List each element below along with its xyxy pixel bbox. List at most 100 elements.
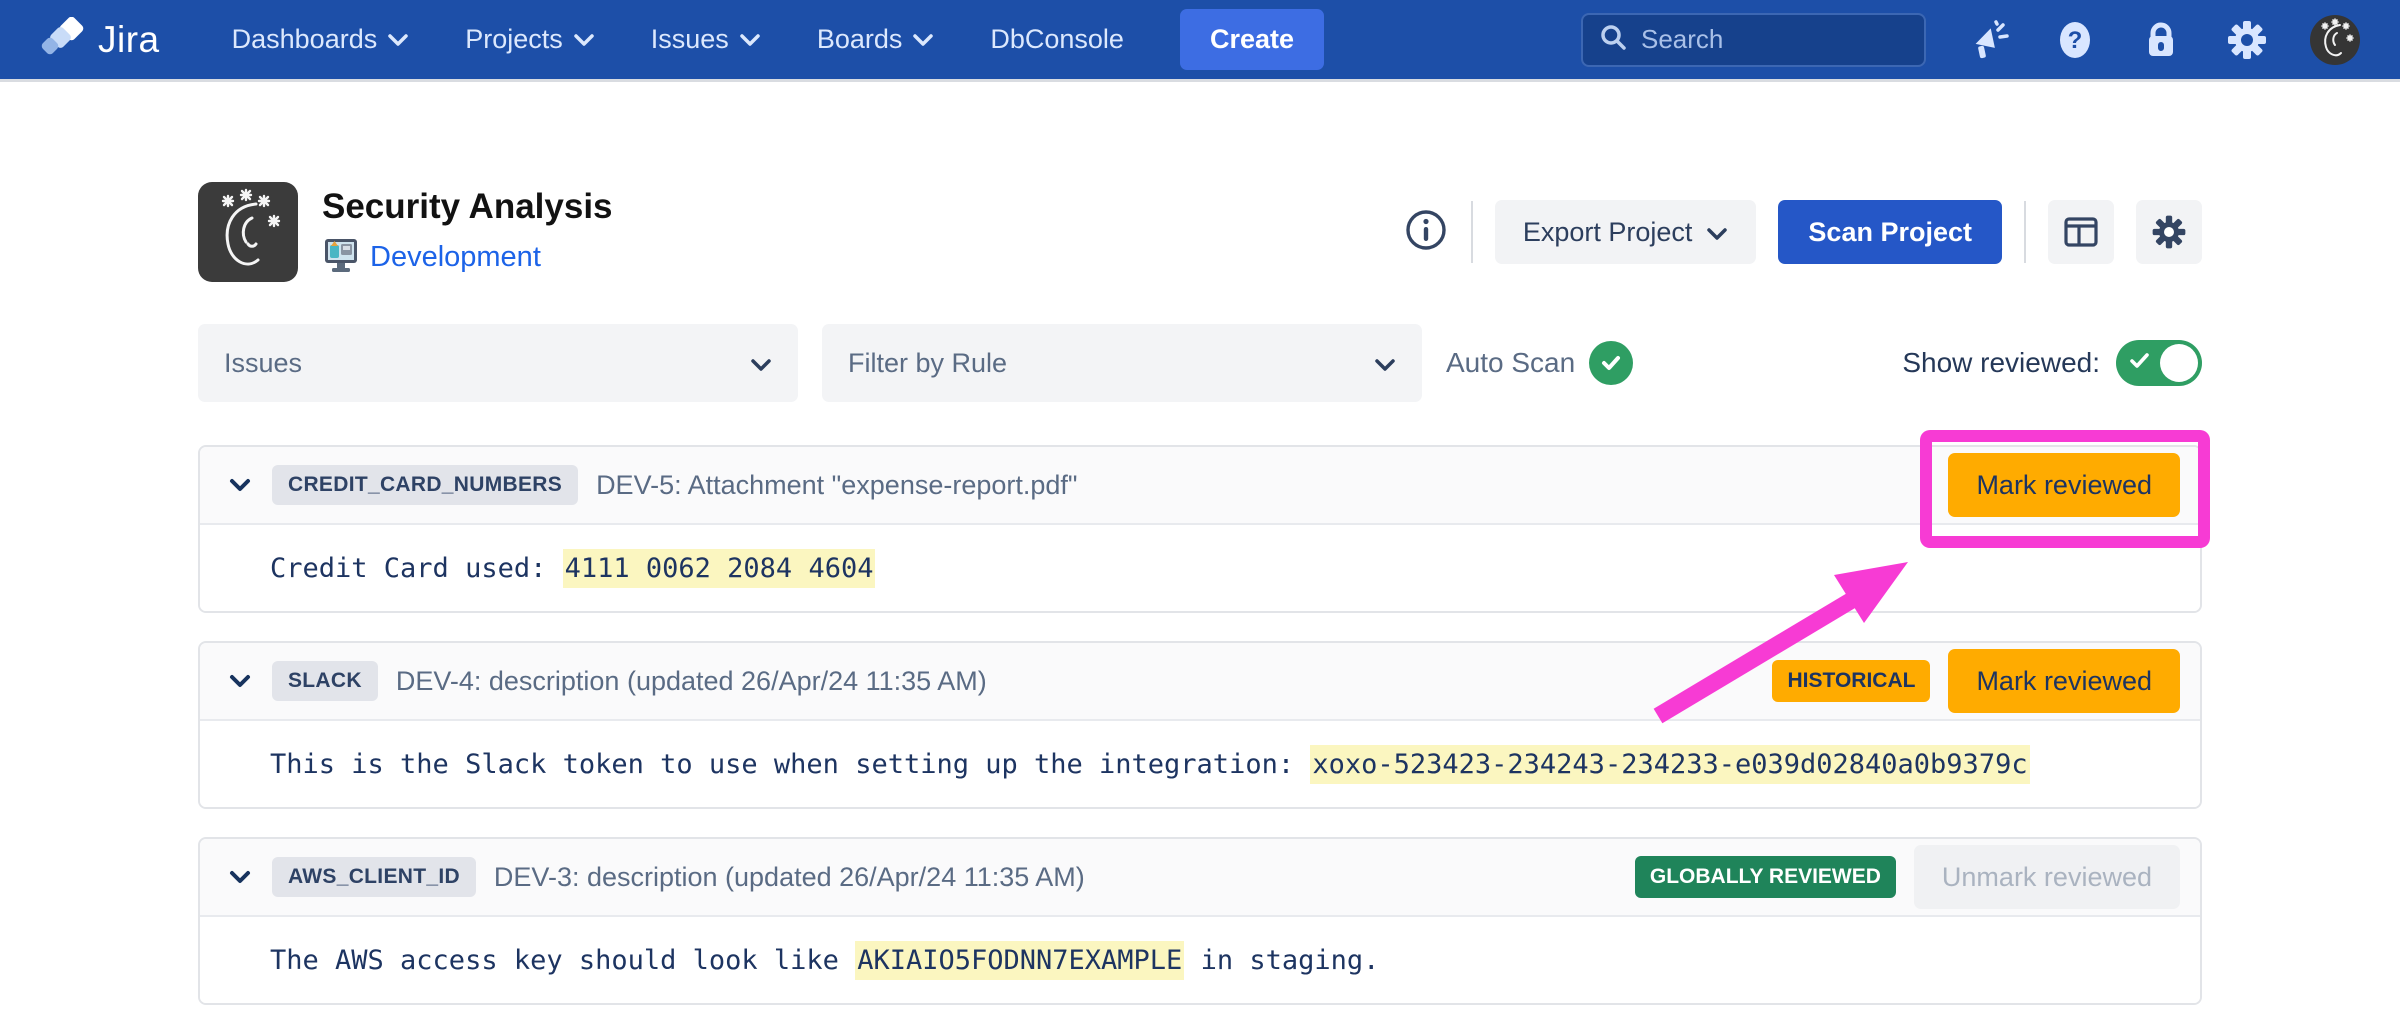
finding-header: AWS_CLIENT_ID DEV-3: description (update… xyxy=(200,839,2200,917)
panel-layout-button[interactable] xyxy=(2048,200,2114,264)
finding-actions: GLOBALLY REVIEWED Unmark reviewed xyxy=(1635,845,2180,909)
finding-row-dev5: CREDIT_CARD_NUMBERS DEV-5: Attachment "e… xyxy=(198,445,2202,613)
show-reviewed-toggle[interactable] xyxy=(2116,340,2202,386)
nav-item-dbconsole[interactable]: DbConsole xyxy=(990,24,1124,55)
development-project-icon xyxy=(322,236,360,279)
nav-item-boards[interactable]: Boards xyxy=(817,24,935,55)
finding-header: SLACK DEV-4: description (updated 26/Apr… xyxy=(200,643,2200,721)
chevron-down-icon[interactable] xyxy=(228,869,252,885)
project-meta: Security Analysis Development xyxy=(322,186,613,279)
nav-item-label: Issues xyxy=(651,24,729,55)
main-content: Security Analysis Development xyxy=(198,182,2202,1005)
page-title: Security Analysis xyxy=(322,186,613,228)
chevron-down-icon[interactable] xyxy=(228,673,252,689)
chevron-down-icon xyxy=(1374,348,1396,379)
finding-text: Credit Card used: 4111 0062 2084 4604 xyxy=(270,553,875,584)
search-input[interactable] xyxy=(1641,24,1908,55)
project-avatar xyxy=(198,182,298,282)
info-icon[interactable] xyxy=(1403,207,1449,258)
nav-menu: Dashboards Projects Issues Boards DbCons… xyxy=(232,24,1124,55)
chevron-down-icon xyxy=(750,348,772,379)
finding-title: DEV-4: description (updated 26/Apr/24 11… xyxy=(396,666,987,697)
top-navigation: Jira Dashboards Projects Issues Boards xyxy=(0,0,2400,82)
rule-filter-select[interactable]: Filter by Rule xyxy=(822,324,1422,402)
help-icon[interactable]: ? xyxy=(2052,17,2098,63)
issues-filter-label: Issues xyxy=(224,348,302,379)
finding-text-suffix: in staging. xyxy=(1184,945,1379,976)
finding-text-prefix: The AWS access key should look like xyxy=(270,945,855,976)
nav-item-label: DbConsole xyxy=(990,24,1124,55)
nav-item-label: Boards xyxy=(817,24,903,55)
finding-secret-highlight: 4111 0062 2084 4604 xyxy=(563,549,876,588)
nav-item-issues[interactable]: Issues xyxy=(651,24,761,55)
globally-reviewed-badge: GLOBALLY REVIEWED xyxy=(1635,856,1896,898)
nav-item-projects[interactable]: Projects xyxy=(465,24,595,55)
check-circle-icon xyxy=(1589,341,1633,385)
brand-name: Jira xyxy=(98,19,160,61)
finding-secret-highlight: xoxo-523423-234243-234233-e039d02840a0b9… xyxy=(1310,745,2029,784)
settings-icon[interactable] xyxy=(2224,17,2270,63)
finding-row-dev4: SLACK DEV-4: description (updated 26/Apr… xyxy=(198,641,2202,809)
unmark-reviewed-button[interactable]: Unmark reviewed xyxy=(1914,845,2180,909)
finding-row-dev3: AWS_CLIENT_ID DEV-3: description (update… xyxy=(198,837,2202,1005)
toggle-knob xyxy=(2160,344,2198,382)
chevron-down-icon xyxy=(1706,217,1728,248)
user-avatar[interactable] xyxy=(2310,15,2360,65)
finding-title: DEV-3: description (updated 26/Apr/24 11… xyxy=(494,862,1085,893)
finding-text-prefix: This is the Slack token to use when sett… xyxy=(270,749,1310,780)
header-actions: Export Project Scan Project xyxy=(1403,200,2202,264)
project-link-development[interactable]: Development xyxy=(370,241,541,274)
rule-badge: SLACK xyxy=(272,661,378,701)
historical-badge: HISTORICAL xyxy=(1772,660,1930,702)
rule-filter-label: Filter by Rule xyxy=(848,348,1007,379)
chevron-down-icon xyxy=(387,33,409,47)
chevron-down-icon[interactable] xyxy=(228,477,252,493)
finding-title: DEV-5: Attachment "expense-report.pdf" xyxy=(596,470,1077,501)
mark-reviewed-button[interactable]: Mark reviewed xyxy=(1948,649,2180,713)
auto-scan-label: Auto Scan xyxy=(1446,347,1575,379)
nav-right-cluster: ? xyxy=(1581,13,2360,67)
finding-text-prefix: Credit Card used: xyxy=(270,553,563,584)
export-project-label: Export Project xyxy=(1523,217,1693,248)
chevron-down-icon xyxy=(739,33,761,47)
finding-secret-highlight: AKIAIO5FODNN7EXAMPLE xyxy=(855,941,1184,980)
scan-project-button[interactable]: Scan Project xyxy=(1778,200,2002,264)
chevron-down-icon xyxy=(912,33,934,47)
finding-content: Credit Card used: 4111 0062 2084 4604 xyxy=(200,525,2200,611)
announcement-icon[interactable] xyxy=(1966,17,2012,63)
rule-badge: CREDIT_CARD_NUMBERS xyxy=(272,465,578,505)
nav-item-dashboards[interactable]: Dashboards xyxy=(232,24,410,55)
export-project-button[interactable]: Export Project xyxy=(1495,200,1757,264)
finding-actions: HISTORICAL Mark reviewed xyxy=(1772,649,2180,713)
issues-filter-select[interactable]: Issues xyxy=(198,324,798,402)
create-button[interactable]: Create xyxy=(1180,9,1324,70)
rule-badge: AWS_CLIENT_ID xyxy=(272,857,476,897)
filter-row: Issues Filter by Rule Auto Scan Show rev… xyxy=(198,324,2202,402)
svg-text:?: ? xyxy=(2068,27,2083,54)
search-box[interactable] xyxy=(1581,13,1926,67)
show-reviewed-label: Show reviewed: xyxy=(1902,347,2100,379)
project-settings-button[interactable] xyxy=(2136,200,2202,264)
findings-list: CREDIT_CARD_NUMBERS DEV-5: Attachment "e… xyxy=(198,445,2202,1005)
gear-icon xyxy=(2149,212,2189,252)
finding-content: This is the Slack token to use when sett… xyxy=(200,721,2200,807)
lock-icon[interactable] xyxy=(2138,17,2184,63)
finding-text: The AWS access key should look like AKIA… xyxy=(270,945,1379,976)
finding-content: The AWS access key should look like AKIA… xyxy=(200,917,2200,1003)
nav-item-label: Projects xyxy=(465,24,563,55)
chevron-down-icon xyxy=(573,33,595,47)
finding-text: This is the Slack token to use when sett… xyxy=(270,749,2030,780)
project-header: Security Analysis Development xyxy=(198,182,2202,282)
jira-logo[interactable]: Jira xyxy=(40,17,160,63)
show-reviewed-control: Show reviewed: xyxy=(1902,340,2202,386)
finding-actions: Mark reviewed xyxy=(1948,453,2180,517)
search-icon xyxy=(1599,23,1627,56)
divider xyxy=(1471,201,1473,263)
auto-scan-status: Auto Scan xyxy=(1446,341,1633,385)
nav-item-label: Dashboards xyxy=(232,24,378,55)
mark-reviewed-button[interactable]: Mark reviewed xyxy=(1948,453,2180,517)
toggle-check-icon xyxy=(2128,349,2152,378)
project-breadcrumb: Development xyxy=(322,236,613,279)
divider xyxy=(2024,201,2026,263)
jira-mark-icon xyxy=(40,17,86,63)
